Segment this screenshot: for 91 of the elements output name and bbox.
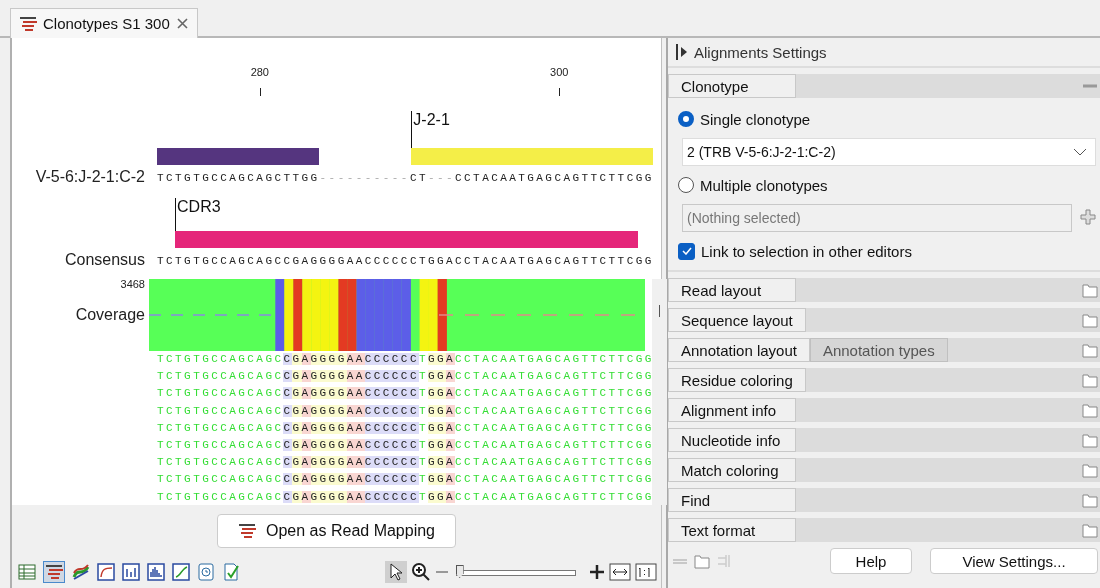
track-label: Coverage [75,306,146,324]
curve-chart-icon [97,563,115,581]
radio-button[interactable] [678,111,694,127]
section-header[interactable]: Residue coloring [668,368,806,392]
coverage-column [356,279,366,351]
coverage-column [284,279,294,351]
ruler-label: 280 [250,66,269,78]
coverage-column [293,279,303,351]
section-header[interactable]: Read layout [668,278,796,302]
alignment-icon [72,563,90,581]
link-checkbox[interactable]: Link to selection in other editors [678,238,1096,264]
coverage-column [365,279,375,351]
folder-icon[interactable] [1082,522,1098,538]
coverage-max: 3468 [120,278,146,290]
line-chart-icon [172,563,190,581]
coverage-column [311,279,321,351]
coverage-column [437,279,447,351]
expand-icon[interactable] [676,44,688,60]
coverage-column [392,279,402,351]
folder-icon[interactable] [1082,492,1098,508]
coverage-column [347,279,357,351]
section-header[interactable]: Text format [668,518,796,542]
settings-header[interactable]: Alignments Settings [668,38,1100,68]
section-header[interactable]: Sequence layout [668,308,806,332]
view-button[interactable] [145,561,167,583]
scrollbar[interactable] [652,279,667,505]
coverage-column [275,279,285,351]
view-button[interactable] [43,561,65,583]
checkbox[interactable] [678,242,695,260]
coverage-column [302,279,312,351]
bar-chart-icon [122,563,140,581]
annotation-label: J-2-1 [411,111,450,148]
collapse-icon[interactable] [1082,82,1098,90]
ruler-label: 300 [550,66,569,78]
ruler-tick [259,88,261,96]
folder-icon[interactable] [1082,432,1098,448]
section-header[interactable]: Find [668,488,796,512]
view-button[interactable] [95,561,117,583]
radio-option[interactable]: Single clonotype [678,106,1096,132]
zoom-in-icon[interactable] [411,562,431,582]
radio-option[interactable]: Multiple clonotypes [678,172,1096,198]
view-button[interactable] [170,561,192,583]
coverage-column [338,279,348,351]
section-header[interactable]: Annotation layout [668,338,810,362]
section-header[interactable]: Clonotype [668,74,796,98]
view-button[interactable] [195,561,217,583]
coverage-column [383,279,393,351]
plus-icon[interactable] [589,564,605,580]
help-button[interactable]: Help [830,548,912,574]
clonotype-dropdown[interactable]: 2 (TRB V-5-6:J-2-1:C-2) [682,138,1096,166]
folder-icon[interactable] [1082,372,1098,388]
pointer-icon[interactable] [388,563,404,581]
chevron-down-icon [1073,148,1087,157]
folder-icon[interactable] [1082,342,1098,358]
radio-button[interactable] [678,177,694,193]
ruler-tick [559,88,561,96]
view-settings-button[interactable]: View Settings... [930,548,1098,574]
section-subtab[interactable]: Annotation types [809,338,948,362]
folder-icon[interactable] [1082,312,1098,328]
coverage-column [320,279,330,351]
check-icon [681,247,692,255]
section-header[interactable]: Nucleotide info [668,428,796,452]
histogram-icon [147,563,165,581]
fit-width-icon[interactable] [609,563,631,581]
zoom-slider[interactable] [456,565,576,579]
folder-icon[interactable] [1082,462,1098,478]
close-icon[interactable] [175,17,189,30]
coverage-column [374,279,384,351]
folder-icon[interactable] [1082,282,1098,298]
coverage-column [419,279,429,351]
checked-document-icon [222,563,240,581]
folder-icon[interactable] [694,553,710,569]
mapping-icon [238,522,258,540]
view-button[interactable] [120,561,142,583]
open-read-mapping-button[interactable]: Open as Read Mapping [217,514,456,548]
mapping-icon [19,14,37,33]
table-icon [18,563,36,581]
section-header[interactable]: Alignment info [668,398,796,422]
clock-document-icon [197,563,215,581]
annotation-label: CDR3 [175,198,221,231]
editor-tab[interactable]: Clonotypes S1 300 [10,8,198,38]
view-button[interactable] [16,561,38,583]
track-label: Consensus [63,251,146,269]
coverage-column [329,279,339,351]
mapping-icon [45,563,63,581]
coverage-column [428,279,438,351]
section-header[interactable]: Match coloring [668,458,796,482]
coverage-column [401,279,411,351]
track-label: V-5-6:J-2-1:C-2 [34,168,146,186]
clonotype-input[interactable]: (Nothing selected) [682,204,1072,232]
folder-icon[interactable] [1082,402,1098,418]
